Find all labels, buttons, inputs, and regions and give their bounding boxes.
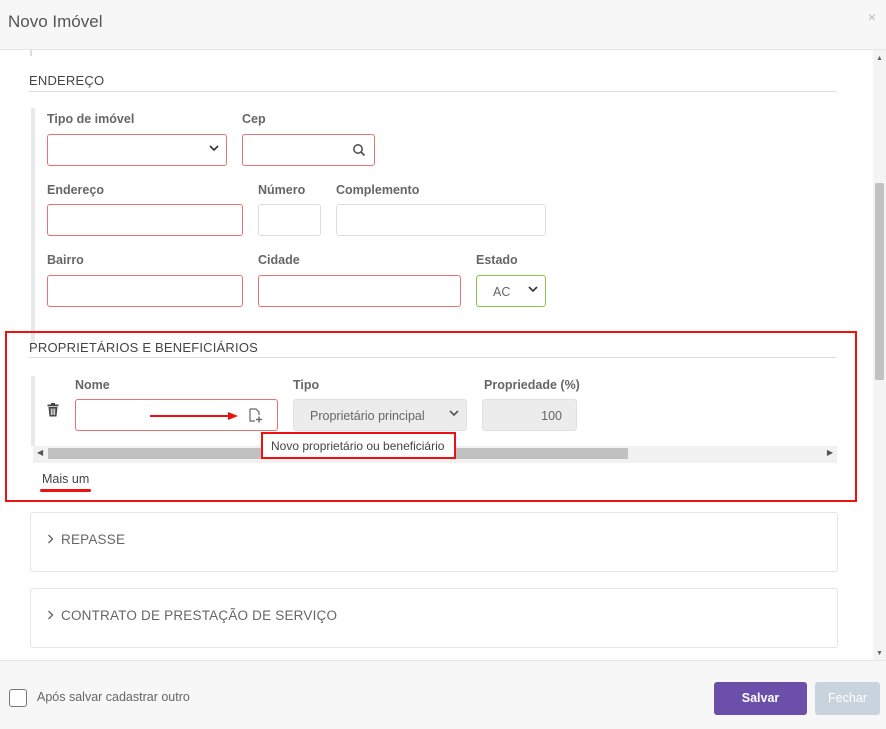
scroll-down-icon[interactable]: ▼ [876, 650, 883, 657]
section-title-proprietarios: PROPRIETÁRIOS E BENEFICIÁRIOS [29, 340, 259, 355]
section-title-endereco: ENDEREÇO [29, 73, 105, 88]
cep-label: Cep [242, 112, 266, 126]
cidade-input[interactable] [258, 275, 461, 307]
propriedade-input[interactable]: 100 [482, 399, 577, 431]
modal-title: Novo Imóvel [8, 12, 103, 31]
endereco-label: Endereço [47, 183, 104, 197]
section-side-bar [31, 376, 35, 446]
arrow-annotation [150, 412, 238, 420]
search-icon[interactable] [352, 143, 366, 157]
modal-header: Novo Imóvel × [0, 0, 886, 50]
tipo-imovel-select[interactable] [47, 134, 227, 166]
complemento-label: Complemento [336, 183, 420, 197]
nome-label: Nome [75, 378, 110, 392]
bairro-input[interactable] [47, 275, 243, 307]
cidade-label: Cidade [258, 253, 300, 267]
endereco-input[interactable] [47, 204, 243, 236]
estado-select[interactable]: AC [476, 275, 546, 307]
nome-input[interactable] [75, 399, 278, 431]
chevron-down-icon [209, 144, 219, 155]
bairro-label: Bairro [47, 253, 84, 267]
trash-icon[interactable] [47, 403, 59, 417]
section-repasse[interactable]: REPASSE [30, 512, 838, 572]
numero-input[interactable] [258, 204, 321, 236]
modal-body: ENDEREÇO Tipo de imóvel Cep Endereço Núm… [0, 50, 886, 660]
tipo-imovel-label: Tipo de imóvel [47, 112, 135, 126]
cep-input[interactable] [242, 134, 375, 166]
scroll-left-icon[interactable]: ◀ [37, 448, 43, 457]
close-button[interactable]: Fechar [815, 682, 880, 715]
chevron-right-icon [47, 532, 54, 547]
add-document-icon[interactable] [249, 408, 263, 423]
scrollbar-thumb[interactable] [875, 183, 884, 380]
estado-label: Estado [476, 253, 518, 267]
tipo-label: Tipo [293, 378, 320, 392]
close-icon[interactable]: × [868, 9, 876, 25]
chevron-down-icon [528, 285, 538, 296]
chevron-down-icon [449, 409, 459, 420]
mais-um-link[interactable]: Mais um [42, 472, 89, 486]
tipo-select[interactable]: Proprietário principal [293, 399, 467, 431]
modal-footer: Após salvar cadastrar outro Salvar Fecha… [0, 660, 886, 729]
section-divider [29, 91, 837, 92]
section-divider [29, 357, 837, 358]
complemento-input[interactable] [336, 204, 546, 236]
cadastrar-outro-checkbox[interactable] [9, 689, 27, 707]
numero-label: Número [258, 183, 306, 197]
cadastrar-outro-label: Após salvar cadastrar outro [37, 690, 190, 704]
section-contrato-label: CONTRATO DE PRESTAÇÃO DE SERVIÇO [61, 608, 338, 623]
section-side-bar [31, 108, 35, 344]
section-repasse-label: REPASSE [61, 532, 126, 547]
vertical-scrollbar[interactable]: ▲ ▼ [873, 50, 886, 660]
section-contrato[interactable]: CONTRATO DE PRESTAÇÃO DE SERVIÇO [30, 588, 838, 648]
scroll-up-icon[interactable]: ▲ [876, 55, 883, 62]
underline-annotation [40, 489, 91, 492]
tooltip: Novo proprietário ou beneficiário [261, 432, 456, 459]
chevron-right-icon [47, 608, 54, 623]
propriedade-label: Propriedade (%) [484, 378, 580, 392]
section-indicator-line [30, 50, 32, 56]
save-button[interactable]: Salvar [714, 682, 807, 715]
new-property-modal: Novo Imóvel × ENDEREÇO Tipo de imóvel Ce… [0, 0, 886, 729]
scroll-right-icon[interactable]: ▶ [827, 448, 833, 457]
